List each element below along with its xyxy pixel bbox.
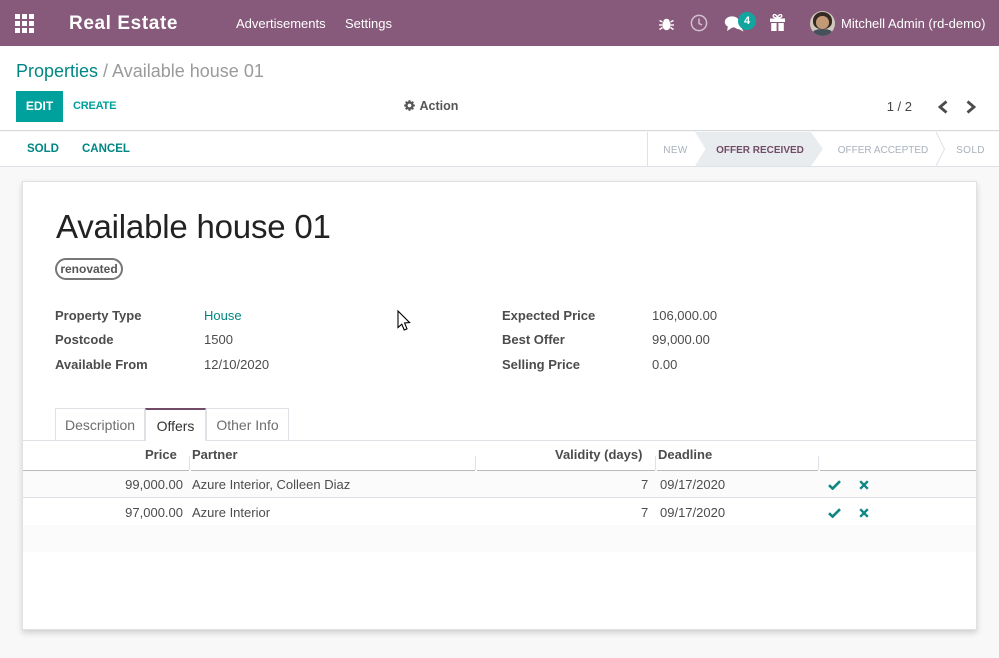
- svg-text:SOLD: SOLD: [956, 145, 985, 156]
- svg-text:OFFER RECEIVED: OFFER RECEIVED: [716, 145, 804, 156]
- svg-text:OFFER ACCEPTED: OFFER ACCEPTED: [838, 145, 929, 156]
- svg-text:NEW: NEW: [663, 145, 688, 156]
